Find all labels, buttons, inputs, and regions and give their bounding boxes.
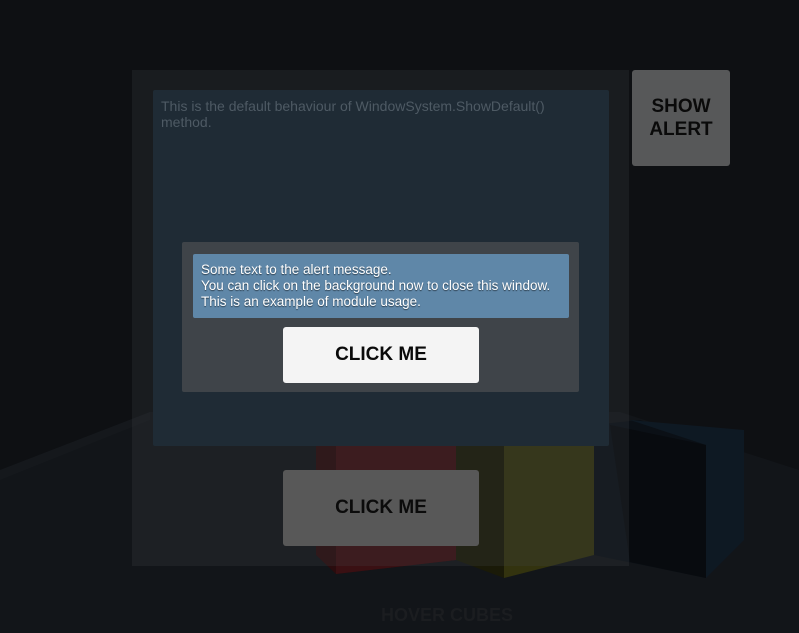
click-me-button[interactable]: CLICK ME [283,470,479,546]
description-text: This is the default behaviour of WindowS… [161,98,545,130]
app-viewport: This is the default behaviour of WindowS… [0,0,799,633]
alert-message-text: Some text to the alert message. You can … [201,262,551,309]
alert-window: Some text to the alert message. You can … [182,242,579,392]
show-alert-button[interactable]: SHOW ALERT [632,70,730,166]
alert-click-me-button[interactable]: CLICK ME [283,327,479,383]
alert-message-box: Some text to the alert message. You can … [193,254,569,318]
hover-cubes-label: HOVER CUBES [380,605,514,625]
